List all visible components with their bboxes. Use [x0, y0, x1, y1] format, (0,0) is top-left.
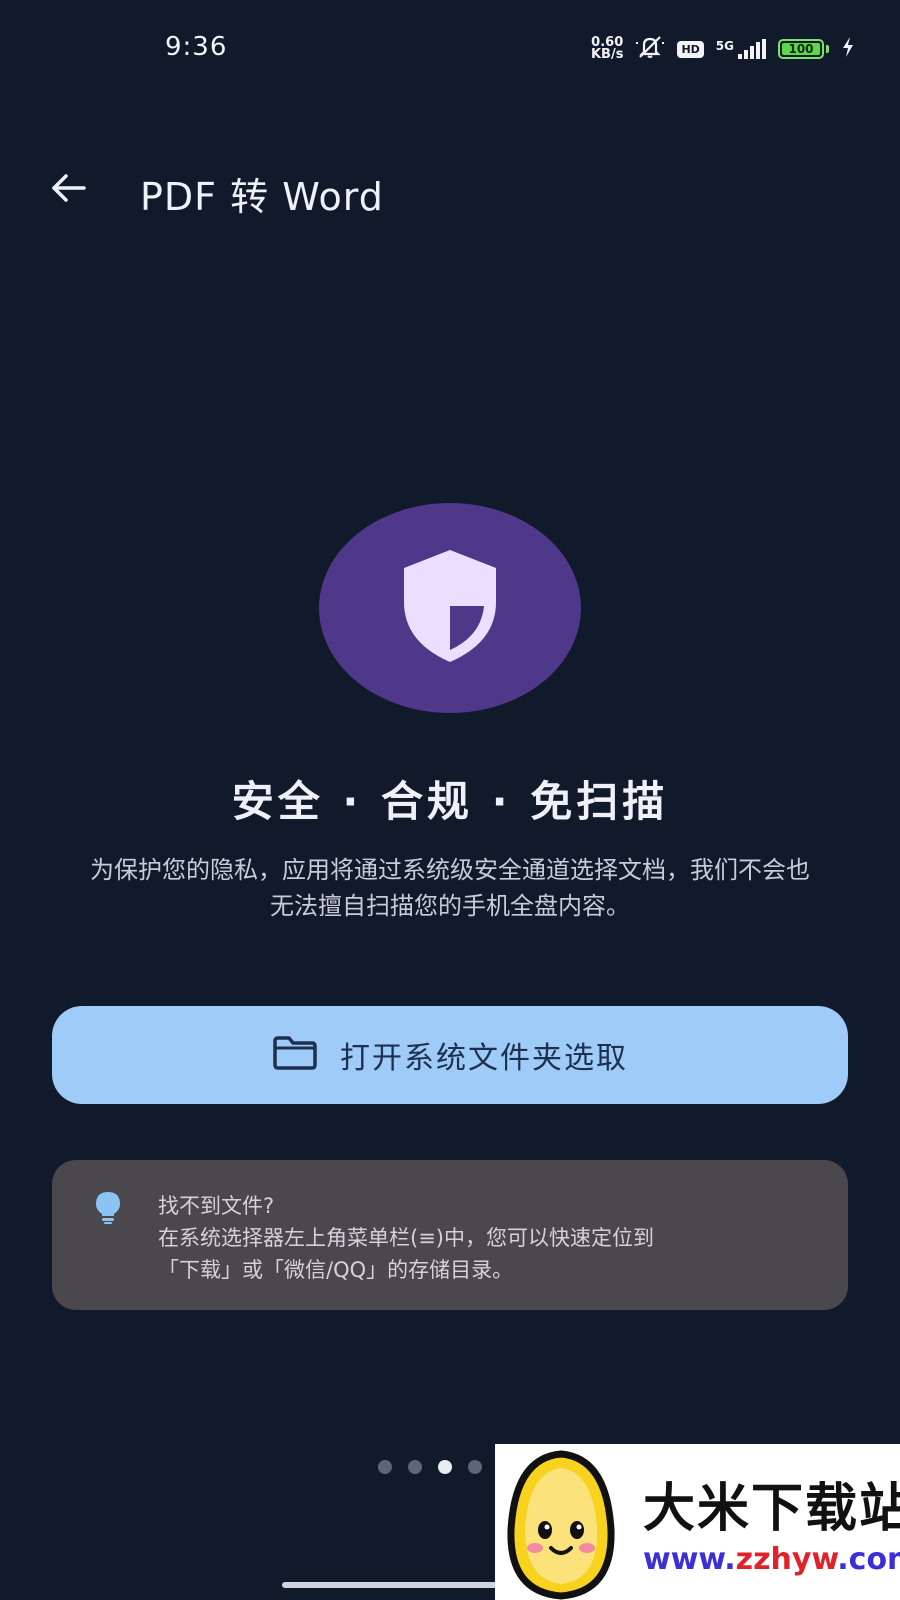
page-dot-3[interactable]: [438, 1460, 452, 1474]
watermark: 大米下载站 www.zzhyw.com: [495, 1444, 900, 1600]
network-speed-unit: KB/s: [590, 47, 624, 62]
page-dot-4[interactable]: [468, 1460, 482, 1474]
battery-cap: [826, 45, 829, 53]
page-dot-1[interactable]: [378, 1460, 392, 1474]
battery-level: 100: [788, 42, 814, 56]
rice-mascot-logo: [495, 1444, 635, 1600]
page-dot-2[interactable]: [408, 1460, 422, 1474]
watermark-url-domain: zzhyw: [735, 1542, 838, 1577]
tip-text: 找不到文件? 在系统选择器左上角菜单栏(≡)中，您可以快速定位到 「下载」或「微…: [158, 1190, 808, 1286]
screen: 9:36 0.60 KB/s HD 5G 100 PDF 转 Word 安全 ·…: [0, 0, 900, 1600]
watermark-site-name: 大米下载站: [643, 1479, 900, 1539]
watermark-url: www.zzhyw.com: [643, 1542, 900, 1577]
watermark-url-prefix: www.: [643, 1542, 736, 1577]
app-bar: PDF 转 Word: [0, 150, 900, 230]
open-system-folder-button[interactable]: 打开系统文件夹选取: [52, 1006, 848, 1104]
tip-line-1: 在系统选择器左上角菜单栏(≡)中，您可以快速定位到: [158, 1226, 654, 1250]
arrow-left-icon: [48, 168, 88, 212]
network-speed: 0.60 KB/s: [590, 36, 624, 62]
page-indicator: [378, 1460, 482, 1474]
headline: 安全 · 合规 · 免扫描: [231, 777, 669, 826]
hd-icon: HD: [677, 40, 704, 58]
status-bar: 9:36 0.60 KB/s HD 5G 100: [0, 0, 900, 100]
tip-card: 找不到文件? 在系统选择器左上角菜单栏(≡)中，您可以快速定位到 「下载」或「微…: [52, 1160, 848, 1310]
status-time: 9:36: [165, 32, 228, 62]
tip-title: 找不到文件?: [158, 1194, 275, 1218]
mute-bell-icon: [635, 34, 665, 64]
charging-icon: [841, 36, 855, 62]
hero-badge: [319, 503, 581, 713]
open-system-folder-label: 打开系统文件夹选取: [340, 1041, 628, 1076]
shield-icon: [398, 546, 502, 670]
tip-line-2: 「下载」或「微信/QQ」的存储目录。: [158, 1258, 514, 1282]
back-button[interactable]: [40, 162, 96, 218]
privacy-description: 为保护您的隐私，应用将通过系统级安全通道选择文档，我们不会也无法擅自扫描您的手机…: [90, 856, 810, 920]
network-type: 5G: [715, 39, 734, 53]
folder-icon: [272, 1035, 318, 1075]
page-title: PDF 转 Word: [140, 175, 384, 219]
battery-icon: 100: [778, 39, 824, 59]
watermark-url-suffix: .com: [837, 1542, 900, 1577]
signal-icon: 5G: [716, 39, 766, 59]
status-icons: 0.60 KB/s HD 5G 100: [591, 34, 855, 64]
lightbulb-icon: [94, 1190, 122, 1228]
